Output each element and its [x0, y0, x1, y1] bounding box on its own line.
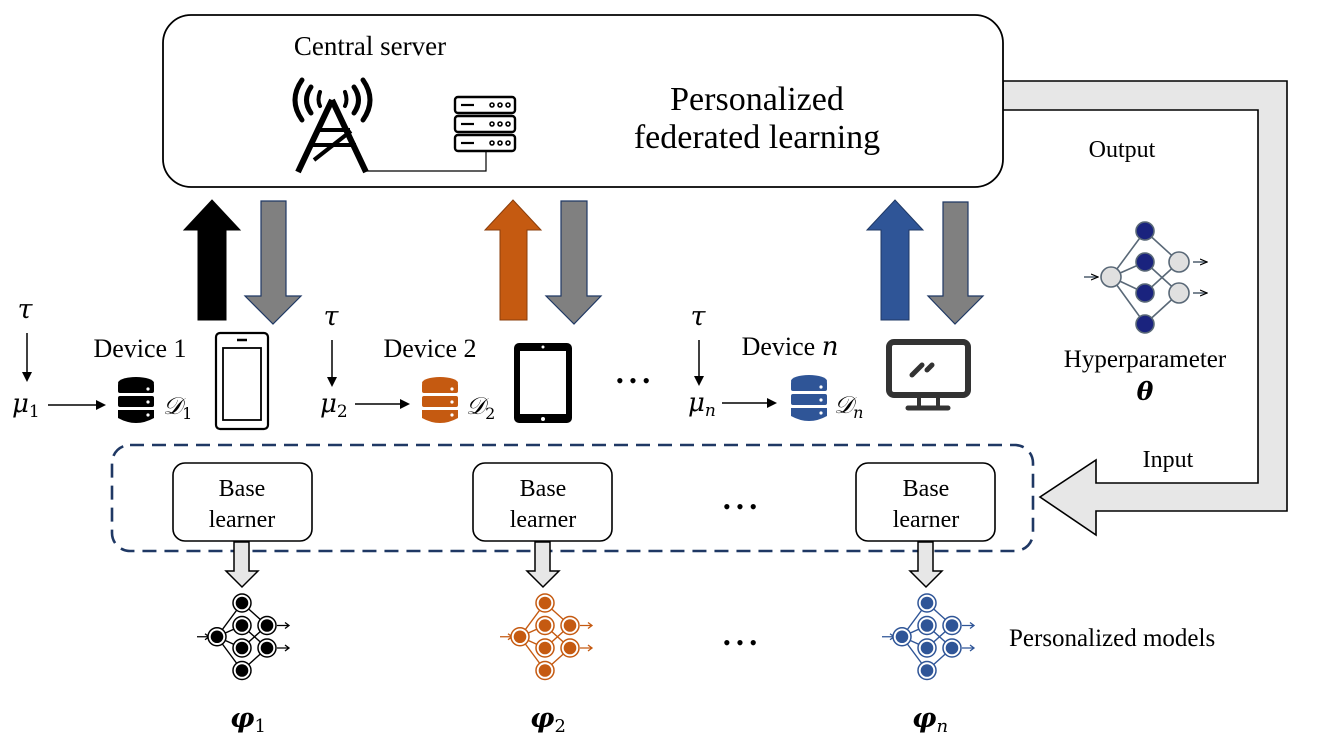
nn-arrow [197, 633, 211, 641]
nn-node-core [920, 641, 934, 655]
pfl-label-line2: federated learning [634, 119, 880, 156]
base-learner-2-line2: learner [510, 507, 577, 533]
base-learner-1-line1: Base [219, 476, 266, 502]
nn-node-core [513, 630, 527, 644]
dataset-symbol-2: 𝒟2 [466, 392, 495, 423]
nn-node-core [538, 619, 552, 632]
base-learner-1-line2: learner [209, 507, 276, 533]
device-1-group: τ μ1 Device 1 𝒟1 [12, 294, 270, 431]
nn-node-core [260, 619, 274, 632]
personalized-models-label: Personalized models [1009, 625, 1215, 652]
nn-arrow [277, 621, 291, 630]
nn-node-core [945, 619, 959, 632]
nn-node-core [538, 641, 552, 655]
output-label: Output [1089, 137, 1156, 163]
federated-learning-diagram: Central server Personalized federated le… [12, 14, 1288, 737]
nn-node-core [235, 596, 249, 610]
nn-arrow [882, 633, 896, 641]
device-n-label: Device n [742, 332, 839, 362]
pfl-label-line1: Personalized [670, 81, 844, 118]
mu-symbol-n: μn [688, 388, 716, 421]
upload-arrow-device-n [865, 199, 925, 321]
nn-node-core [210, 630, 224, 644]
nn-node-core [563, 641, 577, 655]
nn-node-core [538, 596, 552, 610]
nn-node-core [895, 630, 909, 644]
personalized-model-1-icon [197, 593, 291, 681]
device-2-label: Device 2 [383, 334, 476, 363]
ellipsis-devices: • • • [616, 368, 650, 393]
nn-node-core [945, 641, 959, 655]
central-server-box: Central server Personalized federated le… [162, 14, 1004, 188]
nn-node-core [563, 619, 577, 632]
base-learner-2: Base learner [472, 462, 613, 542]
learner-arrow-n [908, 541, 944, 589]
nn-arrow [500, 633, 514, 641]
base-learner-2-line1: Base [520, 476, 567, 502]
device-n-group: τ μn Device n 𝒟n [688, 301, 971, 422]
nn-node-core [235, 664, 249, 677]
nn-node-core [235, 619, 249, 632]
hyperparameter-nn-icon [1084, 221, 1207, 334]
nn-arrow [962, 644, 976, 652]
base-learner-n: Base learner [855, 462, 996, 542]
personalized-model-n-icon [882, 593, 976, 681]
device-1-label: Device 1 [93, 334, 186, 363]
nn-node-core [235, 641, 249, 655]
dataset-symbol-1: 𝒟1 [163, 392, 192, 423]
nn-node-core [920, 596, 934, 610]
download-arrow-device-1 [243, 200, 303, 325]
nn-arrow [580, 644, 594, 652]
hyperparameter-label: Hyperparameter [1064, 346, 1227, 373]
nn-node-core [260, 641, 274, 655]
nn-node-core [920, 664, 934, 677]
mu-symbol-1: μ1 [12, 389, 40, 422]
nn-arrow [277, 644, 291, 652]
server-rack-icon [453, 95, 517, 153]
tablet-icon [514, 343, 572, 423]
model-symbol-n: φn [912, 703, 948, 737]
ellipsis-learners: • • • [723, 494, 757, 519]
personalized-model-2-icon [500, 593, 594, 681]
monitor-icon [886, 339, 971, 411]
download-arrow-device-2 [544, 200, 603, 325]
base-learner-1: Base learner [172, 462, 313, 542]
mu-symbol-2: μ2 [320, 389, 348, 422]
model-symbol-1: φ1 [230, 703, 266, 737]
nn-node-core [920, 619, 934, 632]
tau-symbol-2: τ [324, 301, 340, 332]
database-icon-device-2 [422, 377, 458, 423]
download-arrow-device-n [926, 201, 985, 325]
upload-arrow-device-2 [483, 199, 543, 321]
tau-symbol-n: τ [691, 301, 707, 332]
ellipsis-models: • • • [723, 630, 757, 655]
learner-arrow-1 [224, 541, 260, 589]
smartphone-icon [214, 331, 270, 431]
tau-symbol-1: τ [18, 294, 34, 325]
upload-arrow-device-1 [182, 199, 242, 321]
input-label: Input [1143, 447, 1194, 473]
nn-arrow [962, 621, 976, 630]
nn-node-core [538, 664, 552, 677]
database-icon-device-1 [118, 377, 154, 423]
hyperparameter-symbol: θ [1137, 377, 1154, 406]
device-2-group: τ μ2 Device 2 𝒟2 [320, 301, 572, 423]
dataset-symbol-n: 𝒟n [834, 391, 863, 422]
model-symbol-2: φ2 [530, 703, 566, 737]
central-server-title: Central server [294, 31, 446, 61]
base-learner-n-line1: Base [903, 476, 950, 502]
learner-arrow-2 [525, 541, 561, 589]
nn-arrow [580, 621, 594, 630]
base-learner-n-line2: learner [893, 507, 960, 533]
database-icon-device-n [791, 375, 827, 421]
